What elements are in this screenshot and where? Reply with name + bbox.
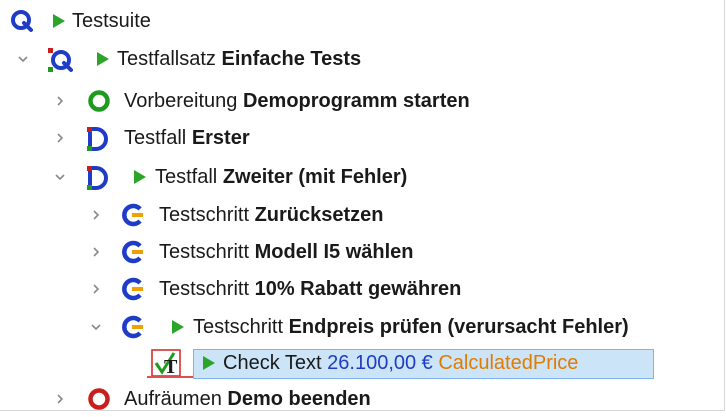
node-label: Testschritt 10% Rabatt gewähren [159, 278, 462, 300]
chevron-right-icon[interactable] [52, 93, 68, 109]
tree-node-teststep[interactable]: Testschritt 10% Rabatt gewähren [0, 271, 726, 307]
testcase-d-icon [84, 126, 108, 151]
chevron-right-icon[interactable] [88, 244, 104, 260]
chevron-right-icon[interactable] [88, 207, 104, 223]
tree-node-testsuite[interactable]: Testsuite [0, 3, 726, 39]
svg-text:T: T [164, 356, 178, 378]
check-value: 26.100,00 € [327, 352, 433, 374]
chevron-right-icon[interactable] [88, 281, 104, 297]
qf-test-q-icon [10, 9, 34, 33]
play-arrow-icon [172, 320, 184, 334]
chevron-down-icon[interactable] [88, 319, 104, 335]
teststep-c-icon [121, 315, 145, 339]
node-label: Testschritt Endpreis prüfen (verursacht … [193, 316, 629, 338]
node-label: Testschritt Modell I5 wählen [159, 241, 414, 263]
teststep-c-icon [121, 203, 145, 227]
component-id: CalculatedPrice [438, 352, 579, 374]
tree-node-setup[interactable]: Vorbereitung Demoprogramm starten [0, 83, 726, 119]
tree-node-check-text[interactable]: T Check Text 26.100,00 € CalculatedPrice [0, 345, 726, 381]
cleanup-red-circle-icon [87, 387, 111, 411]
node-label: Vorbereitung Demoprogramm starten [124, 90, 470, 112]
teststep-c-icon [121, 277, 145, 301]
play-arrow-icon [53, 14, 65, 28]
node-label: Check Text 26.100,00 € CalculatedPrice [223, 352, 579, 374]
tree-node-testcase-erster[interactable]: Testfall Erster [0, 120, 726, 156]
node-label: Testsuite [72, 10, 151, 32]
tree-node-testset[interactable]: Testfallsatz Einfache Tests [0, 41, 726, 77]
tree-node-teststep[interactable]: Testschritt Endpreis prüfen (verursacht … [0, 309, 726, 345]
node-label: Testfall Erster [124, 127, 250, 149]
teststep-c-icon [121, 240, 145, 264]
chevron-right-icon[interactable] [52, 130, 68, 146]
tree-node-teststep[interactable]: Testschritt Modell I5 wählen [0, 234, 726, 270]
play-arrow-icon [134, 170, 146, 184]
play-arrow-icon [97, 52, 109, 66]
chevron-right-icon[interactable] [52, 391, 68, 407]
node-label: Testschritt Zurücksetzen [159, 204, 384, 226]
node-label: Testfall Zweiter (mit Fehler) [155, 166, 408, 188]
check-text-icon: T [150, 348, 190, 378]
testset-icon [47, 47, 73, 72]
play-arrow-icon [203, 356, 215, 370]
chevron-down-icon[interactable] [52, 169, 68, 185]
tree-node-teststep[interactable]: Testschritt Zurücksetzen [0, 197, 726, 233]
setup-green-circle-icon [87, 89, 111, 113]
node-label: Testfallsatz Einfache Tests [117, 48, 362, 70]
tree-node-testcase-zweiter[interactable]: Testfall Zweiter (mit Fehler) [0, 159, 726, 195]
chevron-down-icon[interactable] [15, 51, 31, 67]
testcase-d-icon [84, 165, 108, 190]
node-label: Aufräumen Demo beenden [124, 388, 371, 410]
